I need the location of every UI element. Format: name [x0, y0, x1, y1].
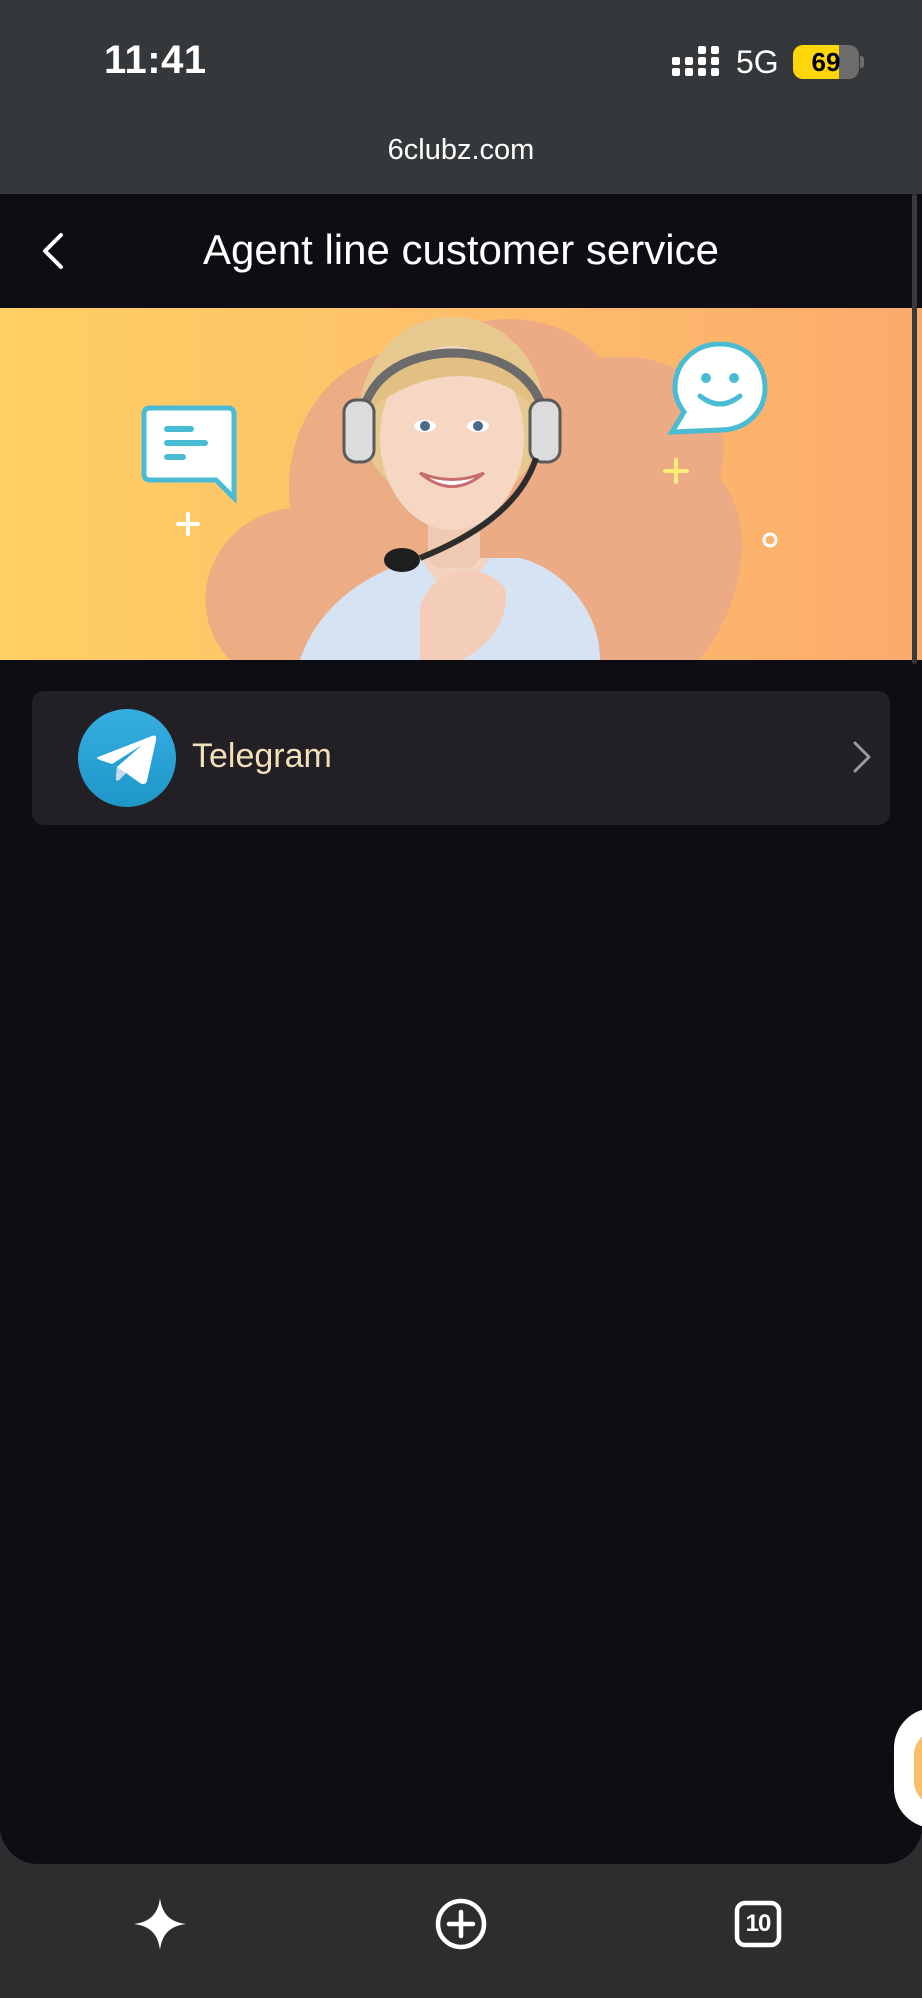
signal-strength-icon — [672, 46, 719, 76]
telegram-icon — [78, 709, 176, 807]
customer-service-banner — [0, 308, 922, 660]
plus-circle-icon[interactable] — [431, 1894, 491, 1954]
list-item-label: Telegram — [192, 737, 332, 775]
floating-button-avatar — [914, 1730, 922, 1806]
smiley-bubble-icon — [667, 341, 768, 435]
status-bar: 11:41 5G 69 — [0, 0, 922, 118]
tabs-button[interactable]: 10 — [728, 1894, 788, 1954]
tab-count: 10 — [745, 1910, 772, 1937]
floating-service-button[interactable] — [894, 1708, 922, 1828]
battery-cap — [860, 56, 864, 68]
battery-level: 69 — [811, 46, 841, 77]
page-header: Agent line customer service — [0, 194, 922, 308]
sparkle-icon[interactable] — [130, 1894, 190, 1954]
browser-toolbar: 10 — [0, 1864, 922, 1998]
battery-icon: 69 — [793, 45, 859, 79]
status-time: 11:41 — [104, 38, 207, 82]
customer-service-agent-illustration — [141, 317, 778, 660]
chevron-right-icon — [853, 741, 871, 773]
network-type: 5G — [736, 44, 779, 80]
url-text[interactable]: 6clubz.com — [0, 134, 922, 167]
list-item-telegram[interactable]: Telegram — [32, 691, 890, 825]
url-bar[interactable]: 6clubz.com — [0, 118, 922, 194]
web-content: Agent line customer service Telegram — [0, 194, 922, 1864]
scrollbar[interactable] — [912, 194, 917, 664]
page-title: Agent line customer service — [203, 226, 719, 273]
chat-bubble-icon — [141, 405, 237, 505]
